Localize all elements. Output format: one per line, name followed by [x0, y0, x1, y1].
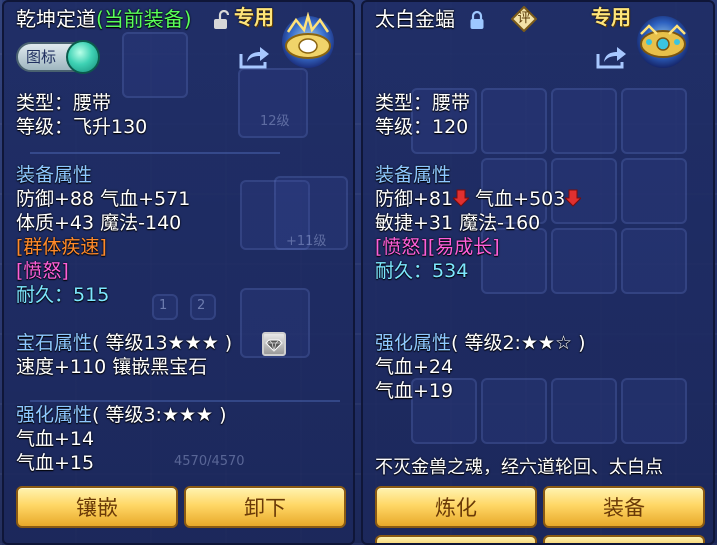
hp-attr: 气血+503 [469, 188, 566, 210]
unequip-button[interactable]: 卸下 [184, 486, 346, 528]
durability-label: 耐久： [375, 260, 433, 282]
locked-padlock-icon[interactable] [469, 10, 485, 30]
background-slot [122, 32, 188, 98]
background-slot [551, 378, 617, 444]
item-name: 太白金蝠 [375, 7, 455, 31]
background-slot [551, 88, 617, 154]
durability-value: 534 [432, 260, 469, 282]
durability-line: 耐久：534 [375, 260, 468, 283]
enhance-line: 气血+24 [375, 356, 454, 378]
background-level-text: +11级 [286, 234, 327, 249]
type-line: 类型：腰带 [16, 92, 112, 114]
gem-attr-header: 宝石属性 [16, 332, 93, 354]
item-name-title: 乾坤定道(当前装备) [16, 8, 192, 31]
background-slot [621, 88, 687, 154]
enhance-attr-line: 强化属性( 等级3:★★★ ) [16, 404, 227, 427]
divider [30, 400, 340, 402]
background-slot [481, 88, 547, 154]
seal-char: 评 [517, 11, 531, 26]
enhance-line: 气血+14 [16, 428, 95, 450]
background-page-number: 1 [159, 298, 168, 313]
special-effect: [愤怒][易成长] [375, 236, 500, 258]
equip-attr-header: 装备属性 [16, 164, 93, 186]
attr-line: 防御+88 气血+571 [16, 188, 191, 210]
special-effect: [群体疾速] [16, 236, 107, 258]
durability-line: 耐久：515 [16, 284, 109, 307]
type-line: 类型：腰带 [375, 92, 471, 114]
enhance-line: 气血+19 [375, 380, 454, 402]
background-slot [551, 228, 617, 294]
toggle-label: 图标 [26, 48, 57, 66]
enhance-line: 气血+15 [16, 452, 95, 474]
belt-item-icon[interactable] [635, 12, 691, 74]
equip-button[interactable]: 装备 [543, 486, 705, 528]
durability-value: 515 [73, 284, 110, 306]
enhance-level: ( 等级2:★★☆ ) [451, 332, 586, 354]
attr-line: 敏捷+31 魔法-160 [375, 212, 541, 234]
background-slot [481, 378, 547, 444]
background-page-number: 2 [197, 298, 206, 313]
enhance-level: ( 等级3:★★★ ) [92, 404, 227, 426]
item-description: 不灭金兽之魂，经六道轮回、太白点 [375, 457, 663, 478]
attr-line: 防御+81 气血+503 [375, 188, 582, 211]
icon-display-toggle[interactable]: 图标 [16, 40, 100, 74]
background-level-text: 12级 [260, 114, 290, 129]
partial-button[interactable] [375, 535, 537, 543]
special-use-tag: 专用 [234, 5, 274, 29]
gem-level: ( 等级13★★★ ) [92, 332, 233, 354]
appraisal-seal-icon[interactable]: 评 [511, 6, 537, 32]
defense-attr: 防御+81 [375, 188, 454, 210]
gem-attr-line: 宝石属性( 等级13★★★ ) [16, 332, 232, 355]
gem-stone-icon[interactable] [262, 332, 286, 356]
attr-line: 体质+43 魔法-140 [16, 212, 182, 234]
toggle-knob [66, 40, 100, 74]
level-line: 等级：120 [375, 116, 469, 138]
refine-button[interactable]: 炼化 [375, 486, 537, 528]
gem-line: 速度+110 镶嵌黑宝石 [16, 356, 208, 378]
red-down-arrow-icon [453, 189, 470, 207]
durability-label: 耐久： [16, 284, 74, 306]
share-icon[interactable] [238, 44, 270, 70]
divider [30, 152, 280, 154]
current-equipment-panel: 12级 +11级 1 2 4570/4570 乾坤定道(当前装备) 专用 图标 [2, 0, 355, 545]
background-slot [621, 158, 687, 224]
equipped-status: (当前装备) [96, 7, 192, 31]
belt-item-icon[interactable] [280, 12, 336, 74]
level-line: 等级：飞升130 [16, 116, 148, 138]
special-effect: [愤怒] [16, 260, 69, 282]
item-name: 乾坤定道 [16, 7, 96, 31]
background-slot [621, 378, 687, 444]
share-icon[interactable] [595, 44, 627, 70]
compare-equipment-panel: 太白金蝠 评 专用 类型：腰带 等级：120 装备属性 防御+81 气血+503… [361, 0, 715, 545]
special-use-tag: 专用 [591, 5, 631, 29]
equip-attr-header: 装备属性 [375, 164, 452, 186]
enhance-attr-header: 强化属性 [16, 404, 93, 426]
equipment-compare-screen: 12级 +11级 1 2 4570/4570 乾坤定道(当前装备) 专用 图标 [0, 0, 717, 545]
red-down-arrow-icon [565, 189, 582, 207]
enhance-attr-line: 强化属性( 等级2:★★☆ ) [375, 332, 586, 355]
unlocked-padlock-icon[interactable] [213, 10, 229, 30]
enhance-attr-header: 强化属性 [375, 332, 452, 354]
inlay-button[interactable]: 镶嵌 [16, 486, 178, 528]
partial-button[interactable] [543, 535, 705, 543]
background-progress-text: 4570/4570 [174, 454, 245, 469]
background-slot [621, 228, 687, 294]
